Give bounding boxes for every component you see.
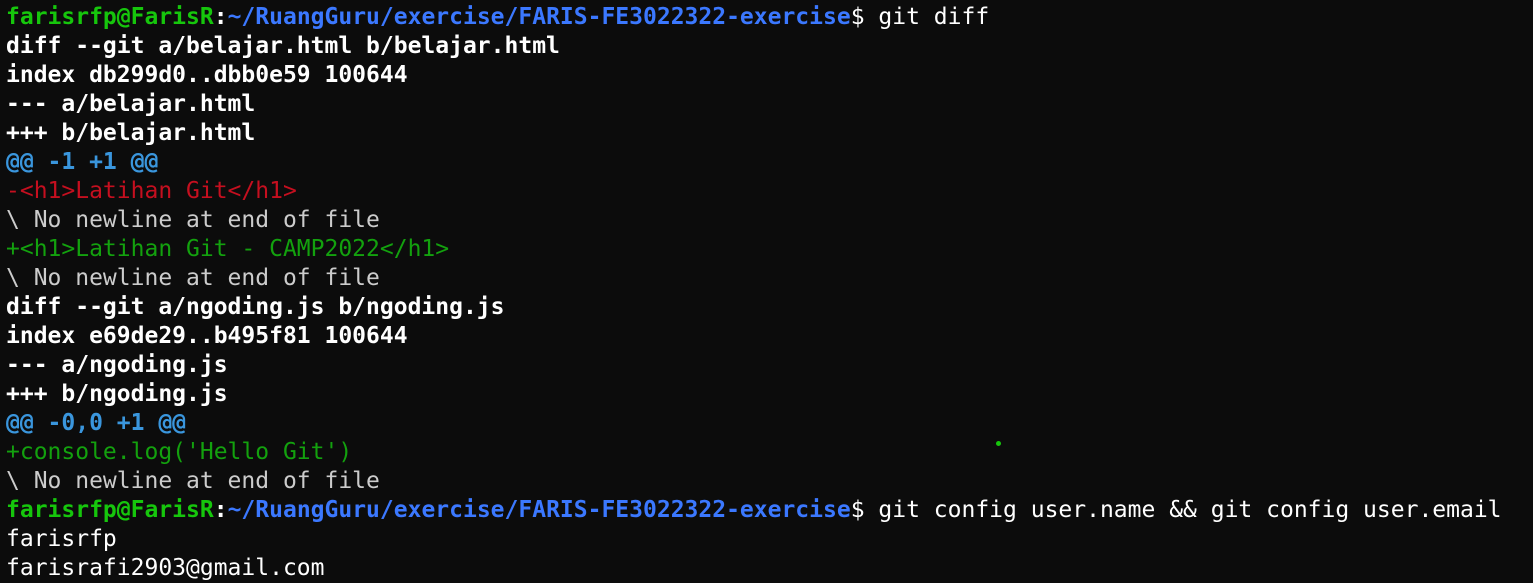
prompt-user-host: farisrfp@FarisR bbox=[6, 497, 214, 523]
diff-removed-line: -<h1>Latihan Git</h1> bbox=[6, 178, 297, 204]
diff-index: index e69de29..b495f81 100644 bbox=[6, 323, 408, 349]
diff-no-newline-note: \ No newline at end of file bbox=[6, 468, 380, 494]
diff-old-file: --- a/ngoding.js bbox=[6, 352, 228, 378]
diff-new-file: +++ b/belajar.html bbox=[6, 120, 256, 146]
prompt-line-2: farisrfp@FarisR:~/RuangGuru/exercise/FAR… bbox=[6, 496, 1533, 525]
config-output-name: farisrfp bbox=[6, 526, 117, 552]
diff-hunk-header: @@ -0,0 +1 @@ bbox=[6, 410, 187, 436]
diff-no-newline-note: \ No newline at end of file bbox=[6, 265, 380, 291]
diff-index: index db299d0..dbb0e59 100644 bbox=[6, 62, 408, 88]
prompt-symbol: $ bbox=[850, 4, 865, 30]
diff-header: diff --git a/ngoding.js b/ngoding.js bbox=[6, 294, 505, 320]
prompt-symbol: $ bbox=[850, 497, 865, 523]
prompt-path: ~/RuangGuru/exercise/FARIS-FE3022322-exe… bbox=[227, 497, 851, 523]
command-text: git diff bbox=[864, 4, 990, 30]
prompt-user-host: farisrfp@FarisR bbox=[6, 4, 214, 30]
command-text: git config user.name && git config user.… bbox=[864, 497, 1502, 523]
diff-added-line: +<h1>Latihan Git - CAMP2022</h1> bbox=[6, 236, 450, 262]
prompt-line-1: farisrfp@FarisR:~/RuangGuru/exercise/FAR… bbox=[6, 3, 1533, 32]
diff-hunk-header: @@ -1 +1 @@ bbox=[6, 149, 159, 175]
config-output-email: farisrafi2903@gmail.com bbox=[6, 555, 325, 581]
diff-added-line: +console.log('Hello Git') bbox=[6, 439, 353, 465]
prompt-separator: : bbox=[213, 497, 228, 523]
prompt-separator: : bbox=[213, 4, 228, 30]
diff-header: diff --git a/belajar.html b/belajar.html bbox=[6, 33, 560, 59]
diff-no-newline-note: \ No newline at end of file bbox=[6, 207, 380, 233]
terminal-window[interactable]: farisrfp@FarisR:~/RuangGuru/exercise/FAR… bbox=[0, 0, 1533, 583]
diff-new-file: +++ b/ngoding.js bbox=[6, 381, 228, 407]
diff-old-file: --- a/belajar.html bbox=[6, 91, 256, 117]
prompt-path: ~/RuangGuru/exercise/FARIS-FE3022322-exe… bbox=[227, 4, 851, 30]
cursor-dot-icon bbox=[996, 441, 1001, 446]
